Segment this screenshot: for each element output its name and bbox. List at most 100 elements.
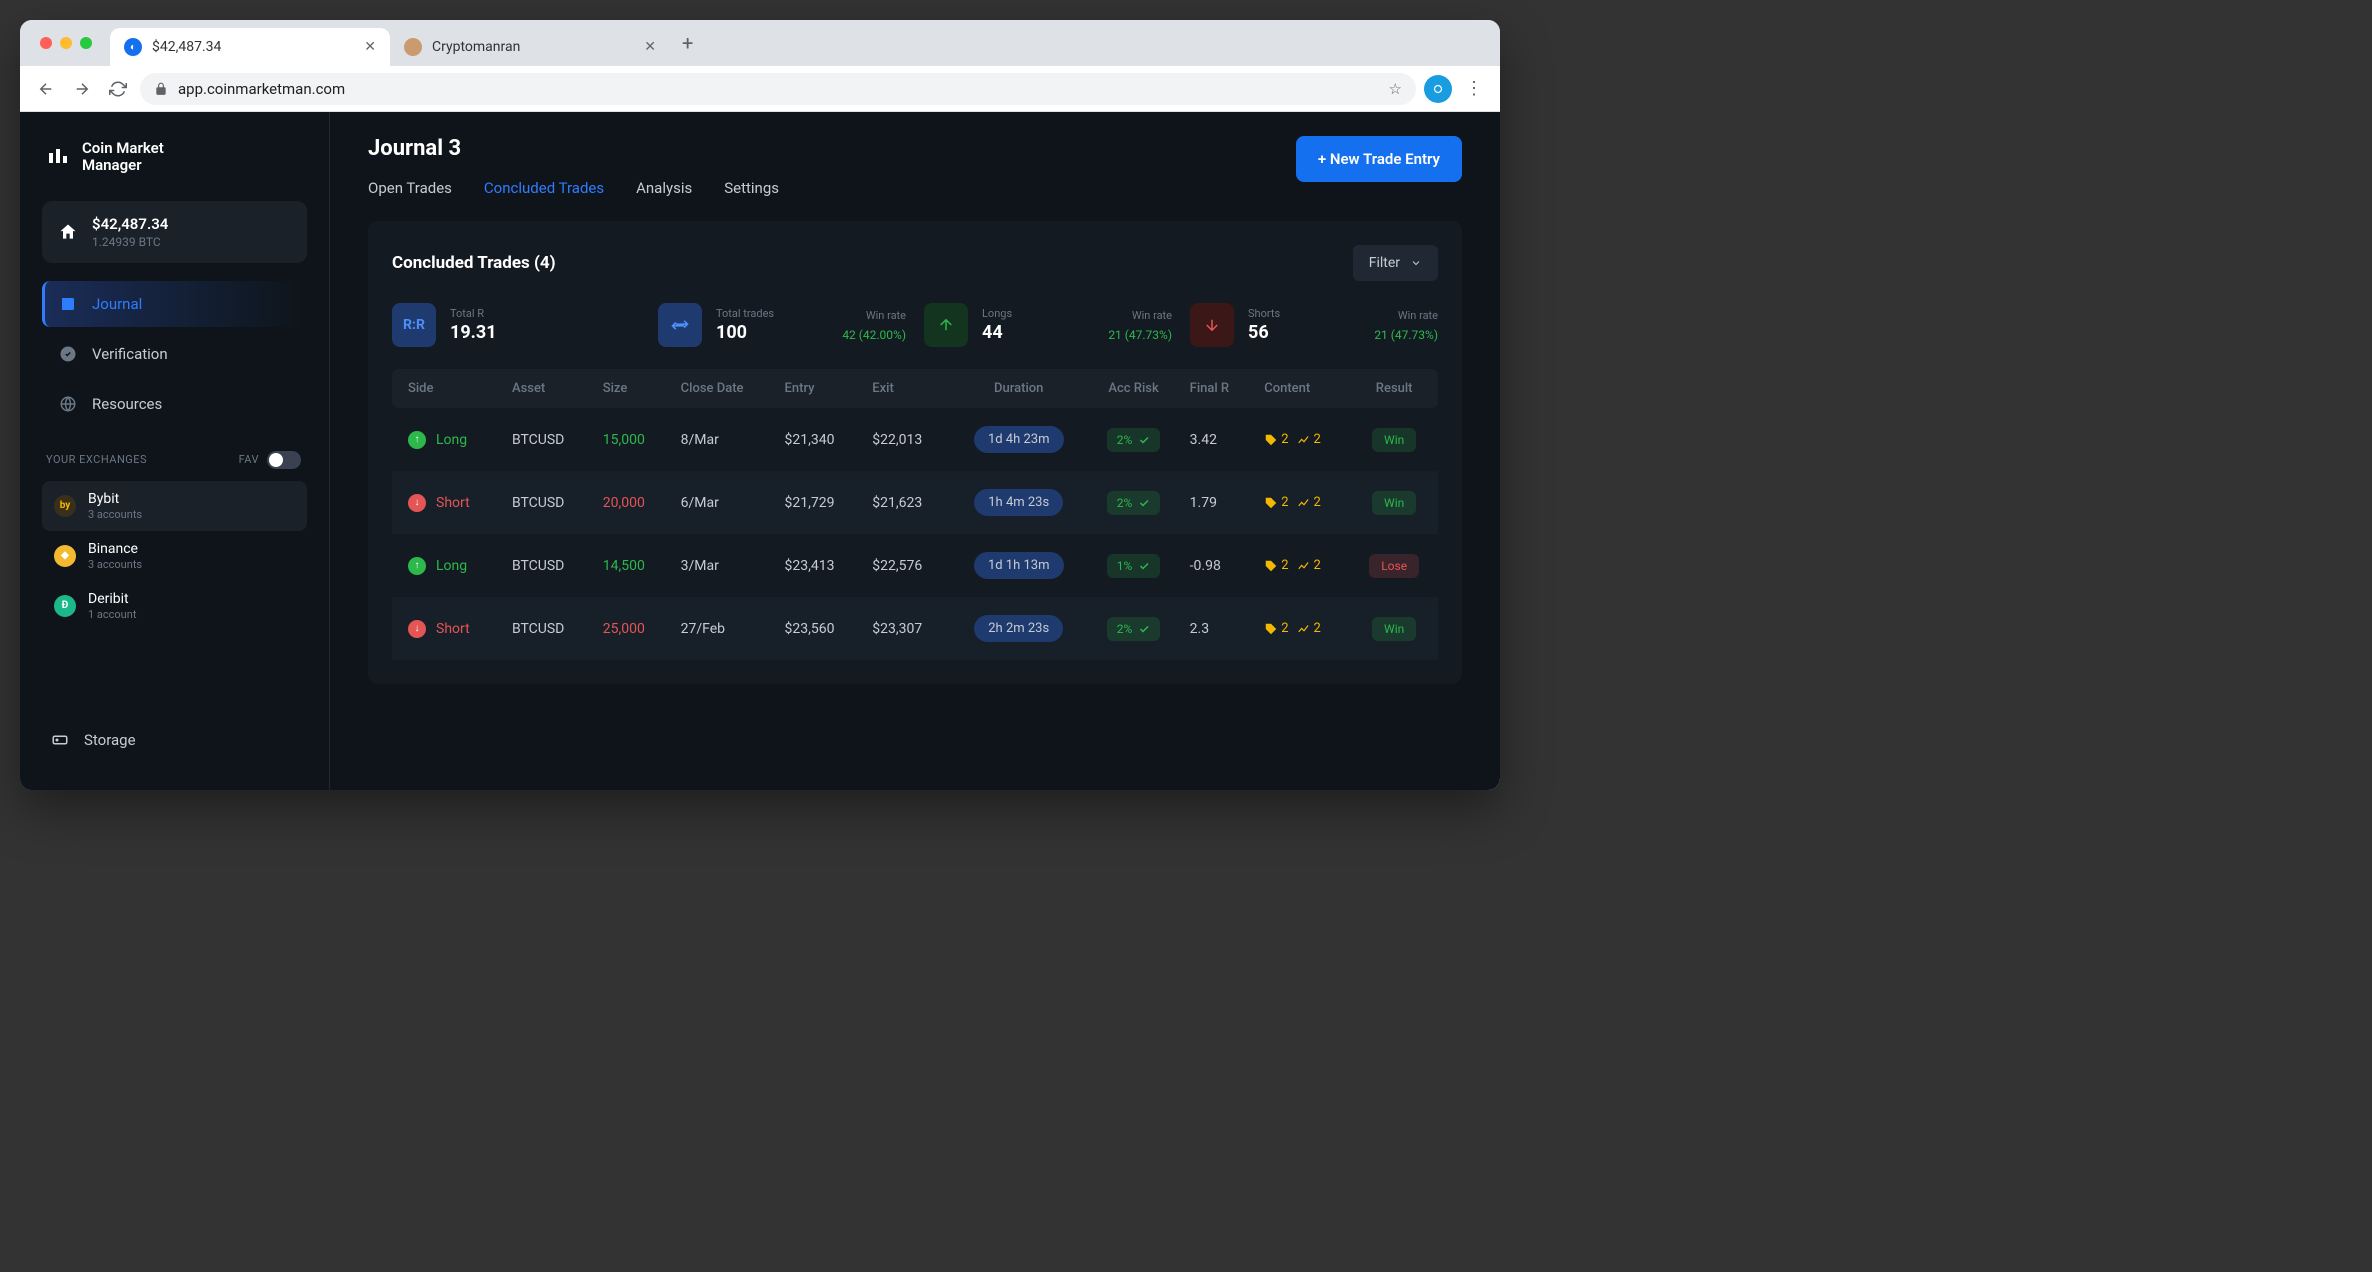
tab-settings[interactable]: Settings <box>724 179 779 201</box>
page-title: Journal 3 <box>368 136 779 161</box>
result-pill: Win <box>1372 617 1416 641</box>
panel-header: Concluded Trades (4) Filter <box>392 245 1438 281</box>
side-label: Long <box>436 558 467 574</box>
finalr-cell: 1.79 <box>1180 471 1255 534</box>
col-close-date[interactable]: Close Date <box>671 369 775 408</box>
tab-concluded-trades[interactable]: Concluded Trades <box>484 179 604 201</box>
back-button[interactable] <box>32 75 60 103</box>
table-row[interactable]: ↑Long BTCUSD 15,000 8/Mar $21,340 $22,01… <box>392 408 1438 471</box>
tab-analysis[interactable]: Analysis <box>636 179 692 201</box>
close-date-cell: 8/Mar <box>671 408 775 471</box>
check-icon <box>1138 497 1150 509</box>
size-cell: 14,500 <box>593 534 671 597</box>
maximize-window-button[interactable] <box>80 37 92 49</box>
col-size[interactable]: Size <box>593 369 671 408</box>
extension-icon[interactable] <box>1424 75 1452 103</box>
bookmark-icon[interactable]: ☆ <box>1389 80 1402 98</box>
section-title: YOUR EXCHANGES <box>46 453 147 466</box>
exchange-icon: Đ <box>54 595 76 617</box>
col-result[interactable]: Result <box>1350 369 1438 408</box>
exchange-binance[interactable]: ◆ Binance 3 accounts <box>42 531 307 581</box>
sidebar-item-verification[interactable]: Verification <box>42 331 307 377</box>
side-label: Long <box>436 432 467 448</box>
browser-tab-inactive[interactable]: Cryptomanran ✕ <box>390 28 670 66</box>
tab-favicon <box>404 38 422 56</box>
winrate-label: Win rate <box>1374 309 1438 322</box>
col-final-r[interactable]: Final R <box>1180 369 1255 408</box>
entry-cell: $23,413 <box>775 534 863 597</box>
panel-title: Concluded Trades (4) <box>392 253 556 273</box>
col-entry[interactable]: Entry <box>775 369 863 408</box>
col-acc-risk[interactable]: Acc Risk <box>1087 369 1179 408</box>
chart-icon[interactable]: 2 <box>1297 432 1321 447</box>
stat-label: Longs <box>982 307 1012 320</box>
close-window-button[interactable] <box>40 37 52 49</box>
sidebar-item-journal[interactable]: Journal <box>42 281 307 327</box>
close-date-cell: 3/Mar <box>671 534 775 597</box>
table-row[interactable]: ↑Long BTCUSD 14,500 3/Mar $23,413 $22,57… <box>392 534 1438 597</box>
exchange-sub: 3 accounts <box>88 508 142 521</box>
filter-button[interactable]: Filter <box>1353 245 1438 281</box>
col-asset[interactable]: Asset <box>502 369 593 408</box>
winrate-label: Win rate <box>1108 309 1172 322</box>
sidebar: Coin Market Manager $42,487.34 1.24939 B… <box>20 112 330 790</box>
close-tab-icon[interactable]: ✕ <box>364 39 376 55</box>
minimize-window-button[interactable] <box>60 37 72 49</box>
browser-menu-button[interactable]: ⋮ <box>1460 78 1488 99</box>
check-icon <box>1138 623 1150 635</box>
globe-icon <box>58 394 78 414</box>
browser-tab-active[interactable]: ◐ $42,487.34 ✕ <box>110 28 390 66</box>
stats-row: R:R Total R 19.31 Total trades 100 <box>392 303 1438 347</box>
exchange-name: Bybit <box>88 491 142 507</box>
close-tab-icon[interactable]: ✕ <box>644 39 656 55</box>
app-logo: Coin Market Manager <box>42 140 307 175</box>
tag-icon[interactable]: 2 <box>1264 432 1288 447</box>
balance-card[interactable]: $42,487.34 1.24939 BTC <box>42 201 307 263</box>
check-icon <box>1138 434 1150 446</box>
risk-pill: 2% <box>1107 491 1161 515</box>
sidebar-item-storage[interactable]: Storage <box>42 718 307 762</box>
fav-label: FAV <box>239 453 259 466</box>
side-arrow-icon: ↑ <box>408 431 426 449</box>
size-cell: 15,000 <box>593 408 671 471</box>
tag-icon[interactable]: 2 <box>1264 558 1288 573</box>
col-content[interactable]: Content <box>1254 369 1350 408</box>
tag-icon[interactable]: 2 <box>1264 621 1288 636</box>
stat-label: Total trades <box>716 307 774 320</box>
tag-icon[interactable]: 2 <box>1264 495 1288 510</box>
col-side[interactable]: Side <box>392 369 502 408</box>
chart-icon[interactable]: 2 <box>1297 621 1321 636</box>
exchange-bybit[interactable]: by Bybit 3 accounts <box>42 481 307 531</box>
reload-button[interactable] <box>104 75 132 103</box>
sidebar-item-resources[interactable]: Resources <box>42 381 307 427</box>
balance-btc: 1.24939 BTC <box>92 235 168 249</box>
exchanges-section-header: YOUR EXCHANGES FAV <box>46 451 307 469</box>
col-exit[interactable]: Exit <box>862 369 950 408</box>
new-tab-button[interactable]: + <box>682 31 693 55</box>
side-arrow-icon: ↑ <box>408 557 426 575</box>
traffic-lights <box>40 37 92 49</box>
risk-pill: 2% <box>1107 617 1161 641</box>
table-row[interactable]: ↓Short BTCUSD 25,000 27/Feb $23,560 $23,… <box>392 597 1438 660</box>
chart-icon[interactable]: 2 <box>1297 558 1321 573</box>
tab-open-trades[interactable]: Open Trades <box>368 179 452 201</box>
fav-toggle[interactable] <box>267 451 301 469</box>
nav-label: Verification <box>92 345 168 363</box>
new-trade-entry-button[interactable]: + New Trade Entry <box>1296 136 1462 182</box>
side-label: Short <box>436 495 470 511</box>
forward-button[interactable] <box>68 75 96 103</box>
rr-icon: R:R <box>392 303 436 347</box>
close-date-cell: 6/Mar <box>671 471 775 534</box>
address-bar[interactable]: app.coinmarketman.com ☆ <box>140 73 1416 105</box>
journal-icon <box>58 294 78 314</box>
asset-cell: BTCUSD <box>502 534 593 597</box>
table-row[interactable]: ↓Short BTCUSD 20,000 6/Mar $21,729 $21,6… <box>392 471 1438 534</box>
col-duration[interactable]: Duration <box>950 369 1087 408</box>
side-arrow-icon: ↓ <box>408 494 426 512</box>
exchange-deribit[interactable]: Đ Deribit 1 account <box>42 581 307 631</box>
result-pill: Win <box>1372 491 1416 515</box>
chart-icon[interactable]: 2 <box>1297 495 1321 510</box>
winrate-label: Win rate <box>842 309 906 322</box>
content-cell: 2 2 <box>1264 495 1340 510</box>
nav-label: Resources <box>92 395 162 413</box>
